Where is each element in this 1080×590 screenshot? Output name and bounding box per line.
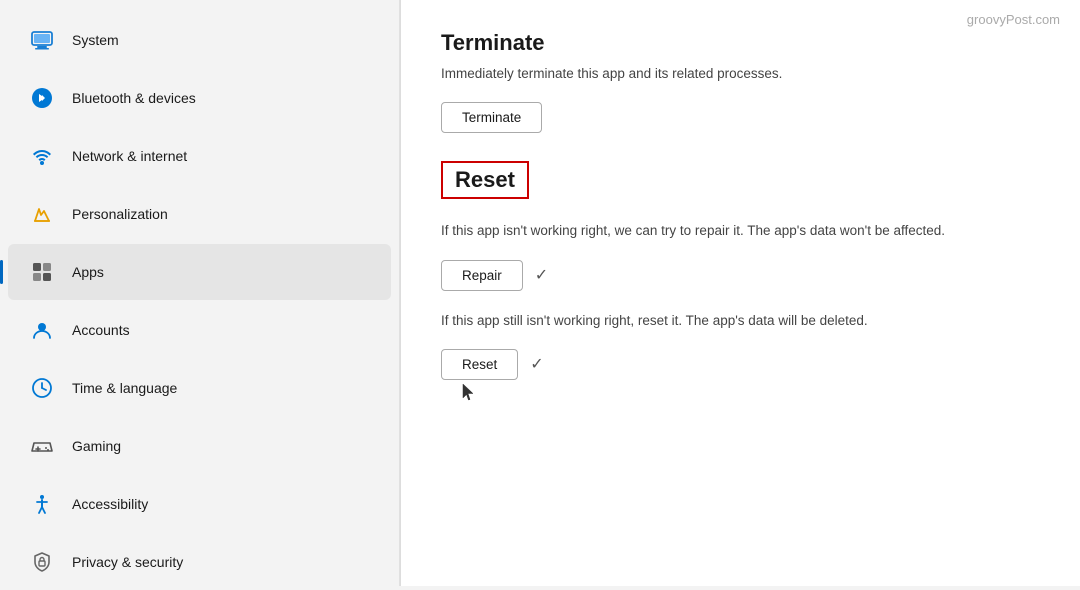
sidebar-label-system: System <box>72 32 119 48</box>
sidebar-item-accounts[interactable]: Accounts <box>8 302 391 358</box>
sidebar-label-gaming: Gaming <box>72 438 121 454</box>
reset-title: Reset <box>441 161 529 199</box>
sidebar-item-privacy[interactable]: Privacy & security <box>8 534 391 590</box>
terminate-description: Immediately terminate this app and its r… <box>441 64 1040 84</box>
sidebar-label-personalization: Personalization <box>72 206 168 222</box>
sidebar-item-apps[interactable]: Apps <box>8 244 391 300</box>
time-icon <box>28 374 56 402</box>
sidebar-label-time: Time & language <box>72 380 177 396</box>
sidebar-item-time[interactable]: Time & language <box>8 360 391 416</box>
sidebar-item-gaming[interactable]: Gaming <box>8 418 391 474</box>
cursor-icon <box>461 382 477 402</box>
repair-row: Repair ✓ <box>441 260 1040 291</box>
reset-description: If this app still isn't working right, r… <box>441 311 1040 331</box>
main-content: groovyPost.com Terminate Immediately ter… <box>401 0 1080 586</box>
gaming-icon <box>28 432 56 460</box>
sidebar-label-accessibility: Accessibility <box>72 496 148 512</box>
sidebar-label-bluetooth: Bluetooth & devices <box>72 90 196 106</box>
sidebar-item-network[interactable]: Network & internet <box>8 128 391 184</box>
sidebar-label-privacy: Privacy & security <box>72 554 183 570</box>
accounts-icon <box>28 316 56 344</box>
repair-checkmark: ✓ <box>535 265 548 285</box>
terminate-section: Terminate Immediately terminate this app… <box>441 30 1040 161</box>
privacy-icon <box>28 548 56 576</box>
reset-button[interactable]: Reset <box>441 349 518 380</box>
cursor-indicator <box>461 382 1040 407</box>
reset-row: Reset ✓ <box>441 349 1040 380</box>
sidebar-label-accounts: Accounts <box>72 322 130 338</box>
sidebar-item-system[interactable]: System <box>8 12 391 68</box>
system-icon <box>28 26 56 54</box>
apps-icon <box>28 258 56 286</box>
sidebar-item-bluetooth[interactable]: Bluetooth & devices <box>8 70 391 126</box>
sidebar-item-accessibility[interactable]: Accessibility <box>8 476 391 532</box>
reset-section: Reset If this app isn't working right, w… <box>441 161 1040 407</box>
terminate-title: Terminate <box>441 30 1040 56</box>
watermark: groovyPost.com <box>967 12 1060 27</box>
sidebar-label-apps: Apps <box>72 264 104 280</box>
accessibility-icon <box>28 490 56 518</box>
sidebar-item-personalization[interactable]: Personalization <box>8 186 391 242</box>
repair-description: If this app isn't working right, we can … <box>441 221 1040 241</box>
sidebar: System Bluetooth & devices Network & int… <box>0 0 400 586</box>
reset-checkmark: ✓ <box>530 354 543 374</box>
terminate-button[interactable]: Terminate <box>441 102 542 133</box>
sidebar-label-network: Network & internet <box>72 148 187 164</box>
personalization-icon <box>28 200 56 228</box>
repair-button[interactable]: Repair <box>441 260 523 291</box>
network-icon <box>28 142 56 170</box>
bluetooth-icon <box>28 84 56 112</box>
